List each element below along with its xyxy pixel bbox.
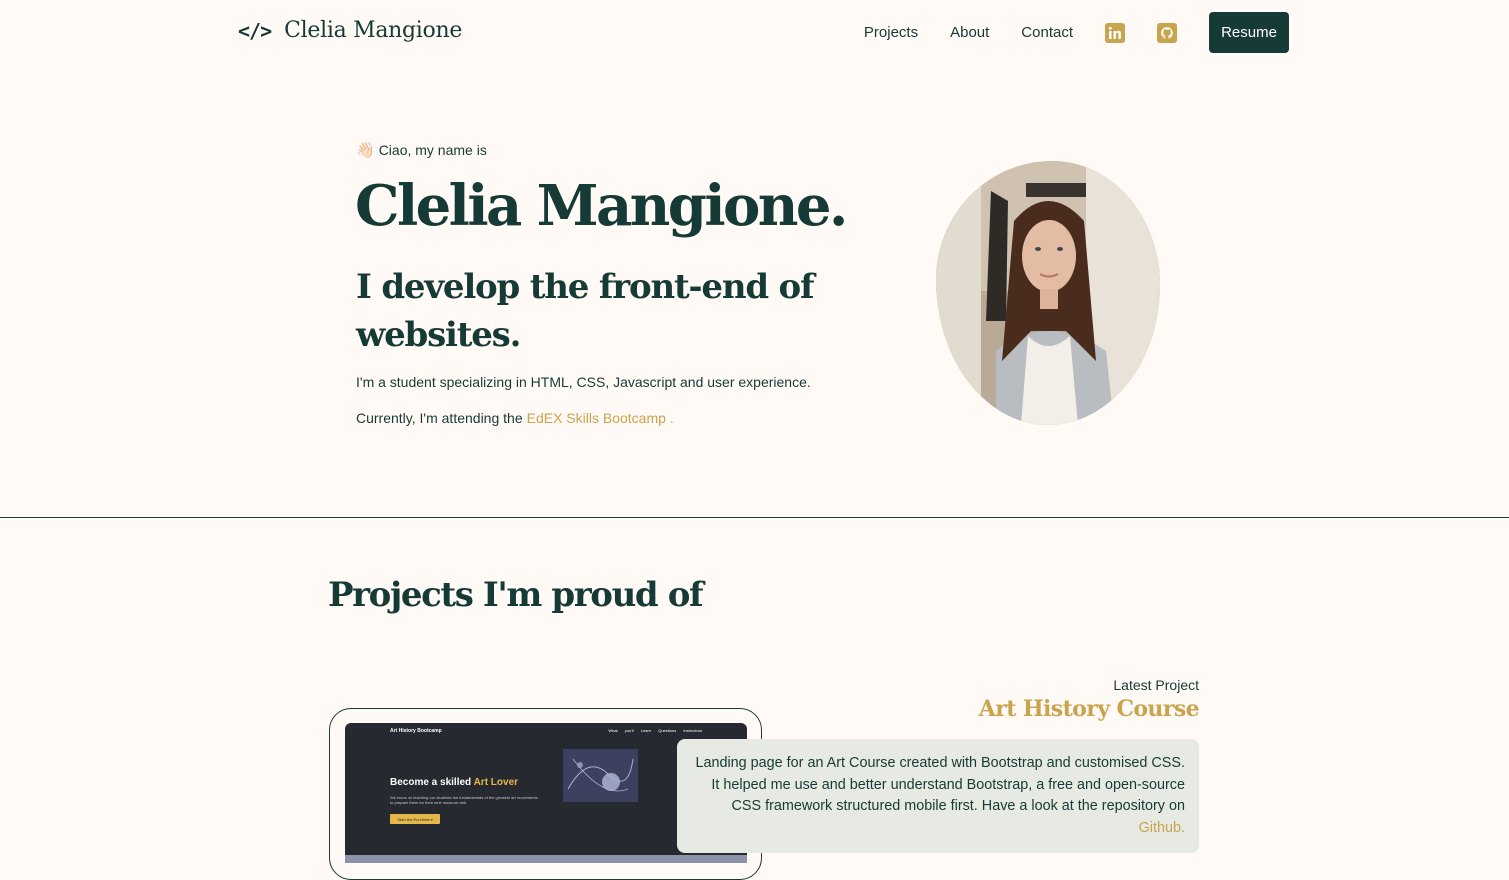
projects-title: Projects I'm proud of bbox=[328, 575, 704, 615]
main-nav: Projects About Contact Resume bbox=[864, 12, 1289, 53]
linkedin-icon[interactable] bbox=[1105, 22, 1125, 43]
current-prefix: Currently, I'm attending the bbox=[356, 410, 523, 426]
preview-headline-accent: Art Lover bbox=[473, 777, 519, 788]
preview-headline-prefix: Become a skilled bbox=[390, 777, 472, 788]
bootcamp-link[interactable]: EdEX Skills Bootcamp bbox=[527, 410, 666, 426]
resume-button[interactable]: Resume bbox=[1209, 12, 1289, 53]
hero-current: Currently, I'm attending the EdEX Skills … bbox=[356, 410, 674, 426]
github-icon[interactable] bbox=[1157, 22, 1177, 43]
site-logo[interactable]: </> Clelia Mangione bbox=[238, 18, 462, 43]
preview-brand: Art History Bootcamp bbox=[390, 728, 442, 734]
preview-bottom-bar bbox=[345, 855, 747, 863]
section-divider bbox=[0, 517, 1509, 518]
preview-nav: What you'll Learn Questions Instructors bbox=[608, 728, 702, 733]
preview-subtext: We focus on teaching our students the fu… bbox=[390, 795, 538, 805]
project-title[interactable]: Art History Course bbox=[979, 696, 1200, 722]
description-suffix: . bbox=[1181, 819, 1185, 836]
preview-button: Start the Enrollment bbox=[390, 814, 440, 824]
hero-name: Clelia Mangione. bbox=[355, 173, 848, 239]
project-description-card: Landing page for an Art Course created w… bbox=[677, 739, 1199, 853]
hero-tagline: I develop the front-end of websites. bbox=[356, 267, 815, 355]
nav-link-contact[interactable]: Contact bbox=[1021, 24, 1073, 41]
code-icon: </> bbox=[238, 18, 272, 43]
github-repo-link[interactable]: Github bbox=[1139, 820, 1181, 836]
project-description: Landing page for an Art Course created w… bbox=[695, 755, 1185, 814]
preview-artwork bbox=[563, 749, 638, 802]
waving-hand-icon: 👋🏻 bbox=[356, 142, 375, 159]
greeting: 👋🏻 Ciao, my name is bbox=[356, 141, 487, 159]
nav-link-about[interactable]: About bbox=[950, 24, 989, 41]
logo-text: Clelia Mangione bbox=[284, 18, 463, 43]
profile-photo bbox=[936, 161, 1160, 425]
latest-project-label: Latest Project bbox=[1113, 677, 1199, 693]
current-suffix: . bbox=[669, 410, 674, 426]
preview-headline: Become a skilled Art Lover bbox=[390, 777, 518, 788]
greeting-text: Ciao, my name is bbox=[378, 142, 487, 158]
hero-description: I'm a student specializing in HTML, CSS,… bbox=[356, 374, 811, 390]
nav-link-projects[interactable]: Projects bbox=[864, 24, 918, 41]
